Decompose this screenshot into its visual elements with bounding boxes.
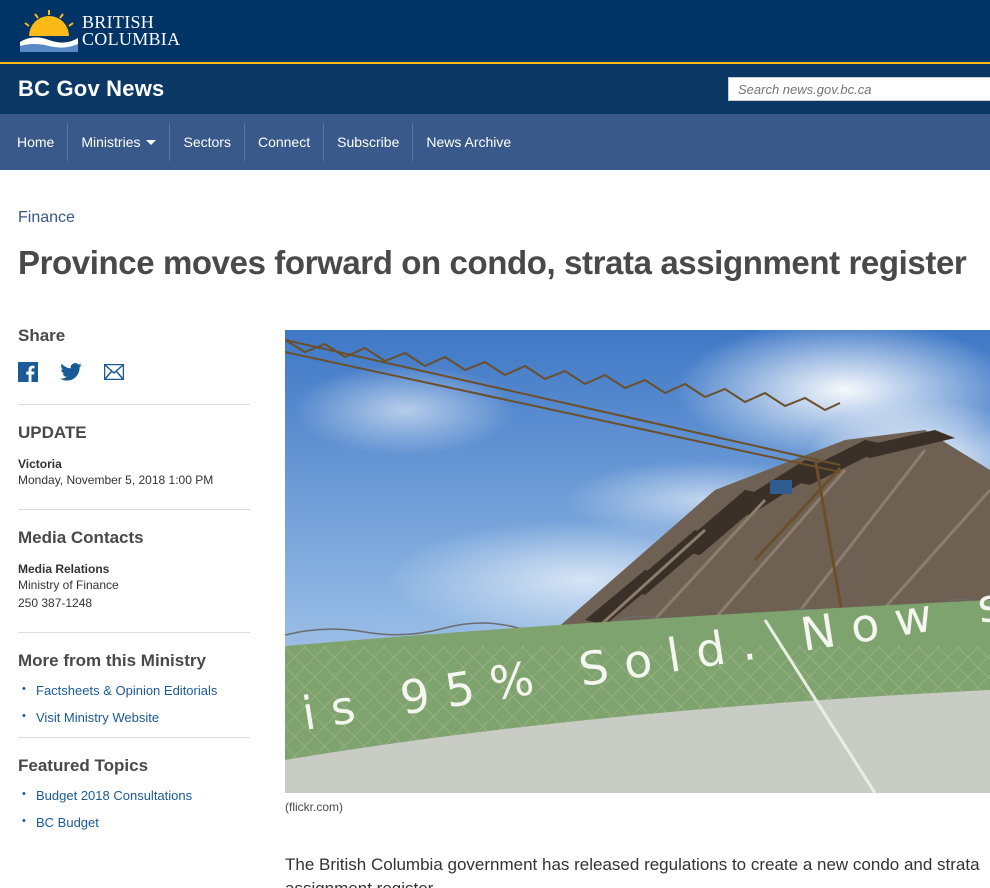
- featured-topics-list: Budget 2018 Consultations BC Budget: [18, 788, 250, 830]
- ministry-link-website[interactable]: Visit Ministry Website: [18, 710, 250, 725]
- contact-org: Ministry of Finance: [18, 578, 119, 592]
- media-contacts-heading: Media Contacts: [18, 528, 144, 547]
- nav-home[interactable]: Home: [0, 123, 69, 161]
- facebook-icon[interactable]: [18, 362, 38, 382]
- sidebar-divider: [18, 404, 250, 405]
- release-location: Victoria: [18, 457, 62, 471]
- nav-news-archive[interactable]: News Archive: [413, 123, 524, 161]
- search-input[interactable]: [728, 77, 990, 101]
- main-nav: Home Ministries Sectors Connect Subscrib…: [0, 114, 990, 170]
- share-heading: Share: [18, 326, 66, 345]
- logo-text-line2: COLUMBIA: [82, 29, 181, 49]
- article-category-link[interactable]: Finance: [18, 209, 75, 227]
- nav-sectors[interactable]: Sectors: [170, 123, 245, 161]
- article-body-paragraph: The British Columbia government has rele…: [285, 855, 980, 888]
- sidebar-divider: [18, 632, 250, 633]
- bc-sun-logo-icon: [18, 10, 80, 52]
- email-icon[interactable]: [104, 364, 124, 380]
- contact-phone: 250 387-1248: [18, 596, 93, 610]
- nav-connect[interactable]: Connect: [245, 123, 325, 161]
- featured-topics-heading: Featured Topics: [18, 756, 149, 775]
- top-banner: BRITISH COLUMBIA: [0, 0, 990, 62]
- contact-name: Media Relations: [18, 562, 110, 576]
- caret-down-icon: [146, 139, 157, 145]
- more-from-ministry-heading: More from this Ministry: [18, 651, 206, 670]
- sidebar-divider: [18, 737, 250, 738]
- nav-ministries[interactable]: Ministries: [68, 123, 171, 161]
- article-headline: Province moves forward on condo, strata …: [18, 244, 967, 281]
- construction-crane-photo: is 95% Sold. Now selling: [285, 330, 990, 793]
- share-icons: [18, 360, 250, 384]
- featured-link-bc-budget[interactable]: BC Budget: [18, 815, 250, 830]
- ministry-link-factsheets[interactable]: Factsheets & Opinion Editorials: [18, 683, 250, 698]
- sidebar: Share UPDATE Victoria Monday, November 5…: [18, 326, 250, 842]
- release-datetime: Monday, November 5, 2018 1:00 PM: [18, 473, 214, 487]
- featured-link-budget-consultations[interactable]: Budget 2018 Consultations: [18, 788, 250, 803]
- twitter-icon[interactable]: [60, 363, 82, 381]
- update-heading: UPDATE: [18, 423, 87, 442]
- news-header-bar: BC Gov News: [0, 64, 990, 114]
- nav-subscribe[interactable]: Subscribe: [324, 123, 414, 161]
- sidebar-divider: [18, 509, 250, 510]
- bc-logo[interactable]: BRITISH COLUMBIA: [18, 8, 181, 52]
- photo-caption: (flickr.com): [285, 800, 343, 814]
- article-photo: is 95% Sold. Now selling: [285, 330, 990, 793]
- more-from-ministry-list: Factsheets & Opinion Editorials Visit Mi…: [18, 683, 250, 725]
- site-title[interactable]: BC Gov News: [18, 76, 164, 102]
